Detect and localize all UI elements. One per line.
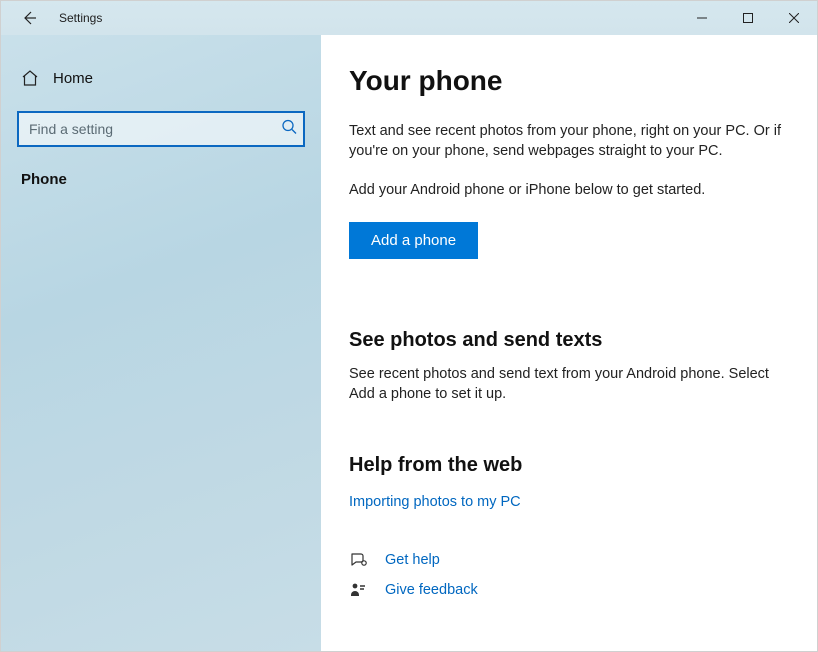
photos-section-body: See recent photos and send text from you… (349, 364, 781, 405)
titlebar: Settings (1, 1, 817, 35)
home-label: Home (53, 70, 93, 87)
window-body: Home Phone Your phone Text and see recen… (1, 35, 817, 651)
main-content: Your phone Text and see recent photos fr… (321, 35, 817, 651)
back-button[interactable] (15, 4, 43, 32)
settings-window: Settings Home (0, 0, 818, 652)
close-icon (789, 13, 799, 23)
intro-text-2: Add your Android phone or iPhone below t… (349, 180, 781, 200)
maximize-button[interactable] (725, 1, 771, 35)
minimize-icon (697, 13, 707, 23)
search-input[interactable] (17, 111, 305, 147)
help-section-heading: Help from the web (349, 454, 781, 477)
window-controls (679, 1, 817, 35)
home-nav[interactable]: Home (1, 57, 321, 99)
home-icon (21, 69, 39, 87)
sidebar-item-phone[interactable]: Phone (1, 147, 321, 188)
get-help-link[interactable]: Get help (385, 552, 440, 568)
give-feedback-row: Give feedback (349, 581, 781, 599)
intro-text-1: Text and see recent photos from your pho… (349, 121, 781, 162)
importing-photos-link[interactable]: Importing photos to my PC (349, 494, 521, 510)
sidebar-item-label: Phone (21, 171, 67, 188)
photos-section-heading: See photos and send texts (349, 329, 781, 352)
give-feedback-link[interactable]: Give feedback (385, 582, 478, 598)
get-help-row: Get help (349, 551, 781, 569)
page-title: Your phone (349, 65, 781, 97)
arrow-left-icon (21, 10, 37, 26)
maximize-icon (743, 13, 753, 23)
sidebar: Home Phone (1, 35, 321, 651)
chat-help-icon (349, 551, 367, 569)
minimize-button[interactable] (679, 1, 725, 35)
window-title: Settings (59, 11, 102, 25)
feedback-icon (349, 581, 367, 599)
add-phone-button[interactable]: Add a phone (349, 222, 478, 259)
close-button[interactable] (771, 1, 817, 35)
search-wrap (17, 111, 305, 147)
